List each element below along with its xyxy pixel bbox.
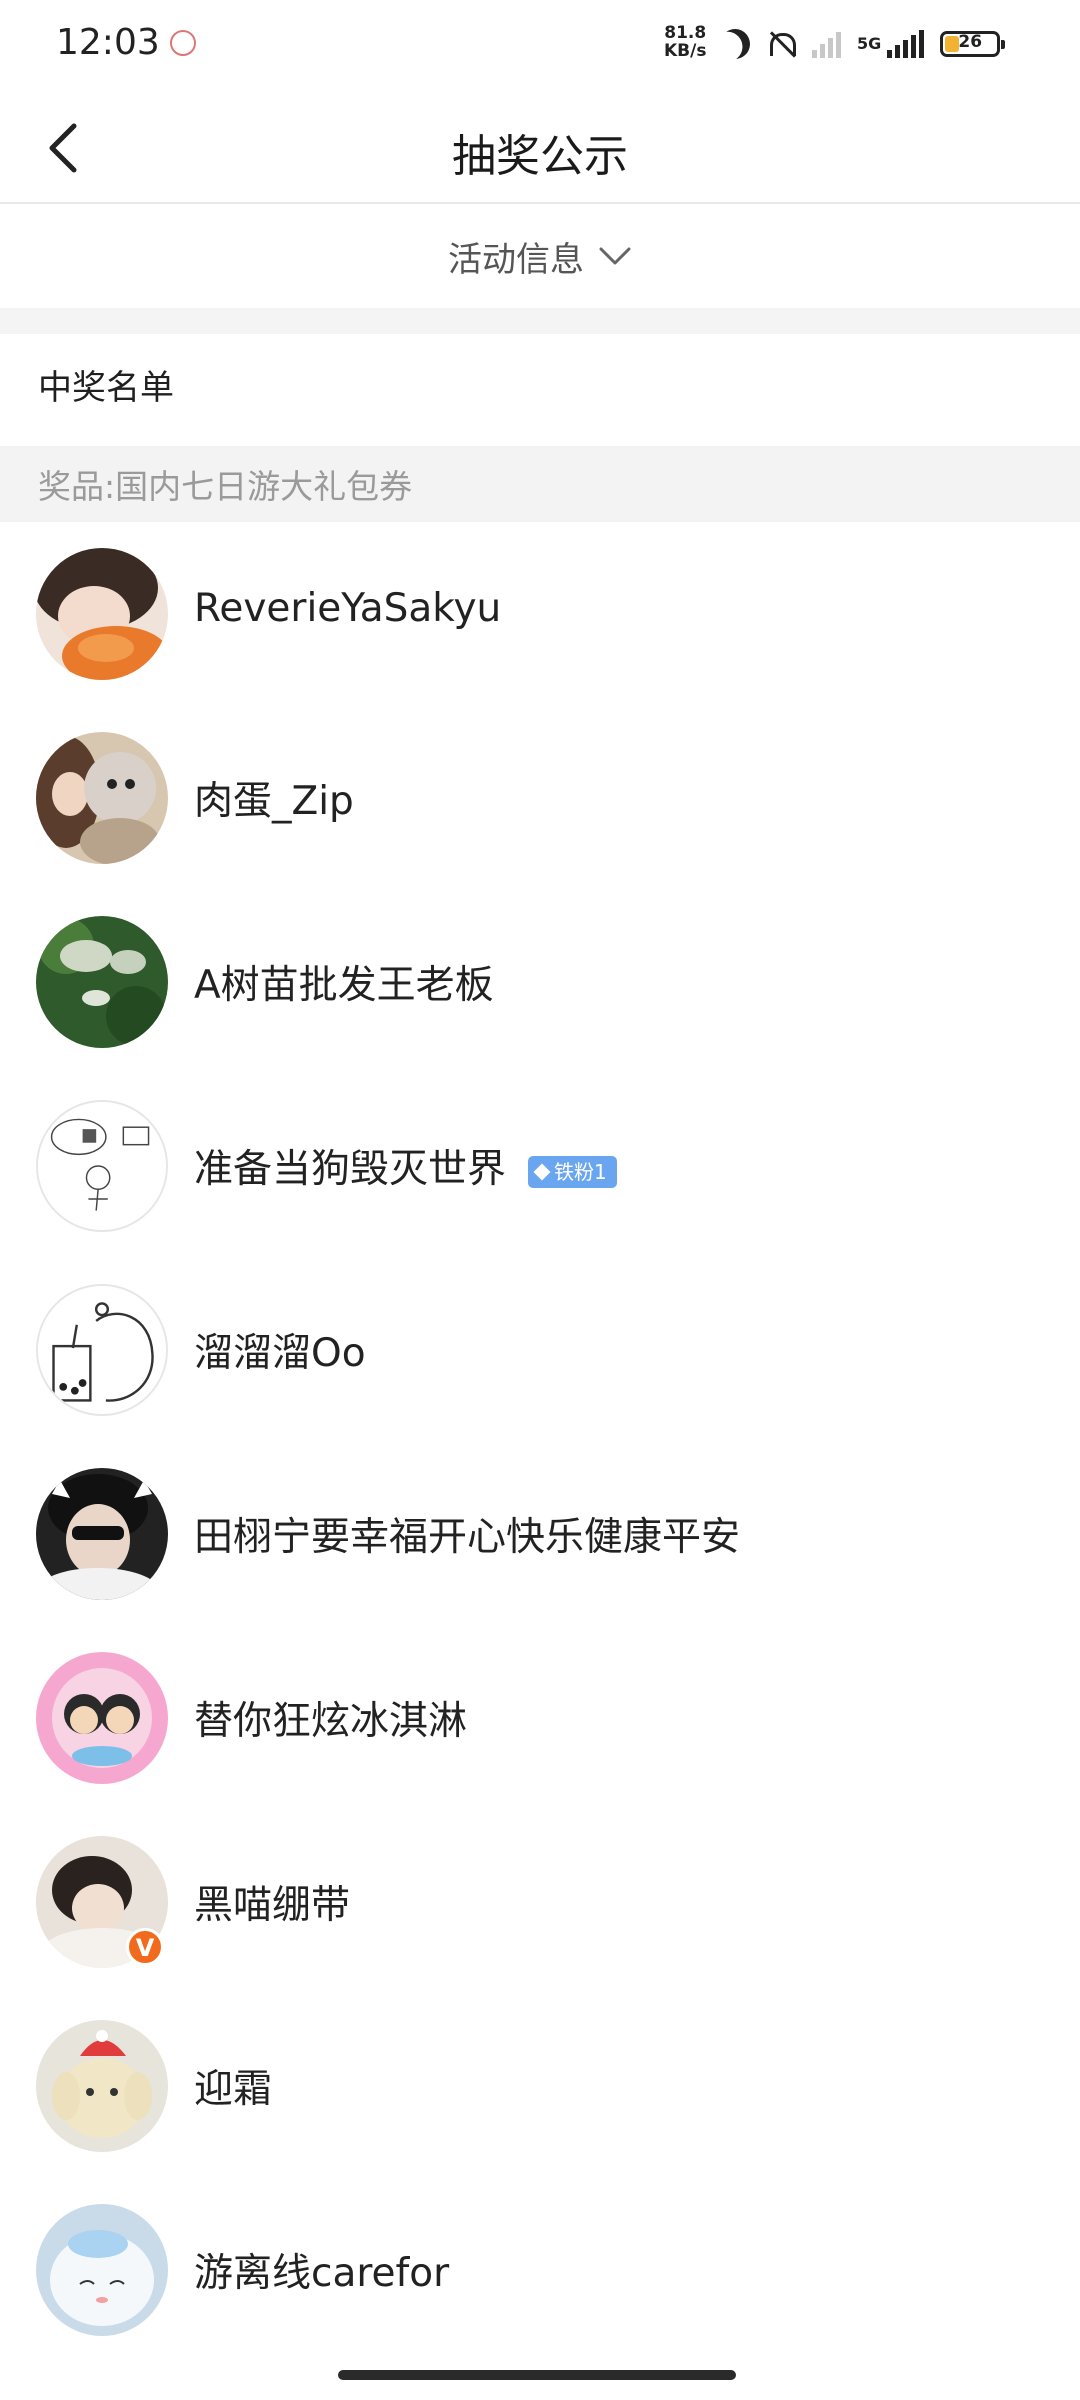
list-item[interactable]: A树苗批发王老板 bbox=[0, 908, 1080, 1092]
verified-badge-icon: V bbox=[126, 1928, 164, 1966]
battery-level: 26 bbox=[958, 32, 983, 52]
status-icons: 5G 26 bbox=[720, 22, 1006, 66]
fan-badge: 铁粉1 bbox=[528, 1155, 617, 1188]
home-indicator[interactable] bbox=[338, 2370, 736, 2380]
avatar[interactable] bbox=[36, 916, 168, 1048]
winner-name: 田栩宁要幸福开心快乐健康平安 bbox=[194, 1515, 741, 1560]
winners-section-title: 中奖名单 bbox=[38, 368, 174, 408]
avatar[interactable] bbox=[36, 1284, 168, 1416]
prize-banner: 奖品:国内七日游大礼包券 bbox=[0, 446, 1080, 522]
nav-header: 抽奖公示 bbox=[0, 92, 1080, 204]
avatar[interactable] bbox=[36, 1468, 168, 1600]
signal-weak-icon bbox=[812, 30, 841, 58]
winner-name: A树苗批发王老板 bbox=[194, 963, 494, 1008]
signal-icon bbox=[887, 30, 925, 58]
winner-name: 肉蛋_Zip bbox=[194, 779, 354, 824]
list-item[interactable]: 溜溜溜Oo bbox=[0, 1276, 1080, 1460]
list-item[interactable]: 田栩宁要幸福开心快乐健康平安 bbox=[0, 1460, 1080, 1644]
winner-name-text: 准备当狗毁灭世界 bbox=[194, 1147, 507, 1192]
notification-icon bbox=[170, 30, 196, 56]
network-type: 5G bbox=[857, 34, 882, 53]
winner-name: 游离线carefor bbox=[194, 2251, 450, 2296]
winner-name: 替你狂炫冰淇淋 bbox=[194, 1699, 468, 1744]
prize-label: 奖品:国内七日游大礼包券 bbox=[38, 467, 413, 506]
winner-name: 溜溜溜Oo bbox=[194, 1331, 366, 1376]
status-time: 12:03 bbox=[56, 22, 160, 63]
network-speed: 81.8 KB/s bbox=[664, 24, 706, 60]
winner-name: ReverieYaSakyu bbox=[194, 586, 502, 631]
winner-name: 迎霜 bbox=[194, 2067, 273, 2112]
status-bar: 12:03 81.8 KB/s 5G 26 bbox=[0, 0, 1080, 92]
list-item[interactable]: 准备当狗毁灭世界 铁粉1 bbox=[0, 1092, 1080, 1276]
winner-name: 准备当狗毁灭世界 铁粉1 bbox=[194, 1138, 617, 1194]
activity-info-label: 活动信息 bbox=[448, 239, 584, 280]
network-speed-value: 81.8 bbox=[664, 23, 707, 43]
list-item[interactable]: 肉蛋_Zip bbox=[0, 724, 1080, 908]
fan-badge-label: 铁粉1 bbox=[554, 1159, 607, 1184]
chevron-down-icon bbox=[599, 247, 631, 265]
page-title: 抽奖公示 bbox=[452, 131, 628, 182]
moon-icon bbox=[716, 25, 754, 63]
avatar[interactable] bbox=[36, 1652, 168, 1784]
battery-icon: 26 bbox=[940, 31, 1006, 57]
section-divider bbox=[0, 308, 1080, 334]
list-item[interactable]: 游离线carefor bbox=[0, 2196, 1080, 2380]
avatar[interactable] bbox=[36, 2020, 168, 2152]
diamond-icon bbox=[533, 1163, 551, 1180]
list-item[interactable]: 替你狂炫冰淇淋 bbox=[0, 1644, 1080, 1828]
activity-info-toggle[interactable]: 活动信息 bbox=[0, 204, 1080, 308]
avatar[interactable] bbox=[36, 2204, 168, 2336]
network-speed-unit: KB/s bbox=[664, 41, 707, 61]
list-item[interactable]: ReverieYaSakyu bbox=[0, 540, 1080, 724]
avatar[interactable] bbox=[36, 732, 168, 864]
avatar[interactable] bbox=[36, 1100, 168, 1232]
list-item[interactable]: V 黑喵绷带 bbox=[0, 1828, 1080, 2012]
avatar[interactable] bbox=[36, 548, 168, 680]
winner-name: 黑喵绷带 bbox=[194, 1883, 351, 1928]
mute-icon bbox=[766, 29, 796, 59]
list-item[interactable]: 迎霜 bbox=[0, 2012, 1080, 2196]
